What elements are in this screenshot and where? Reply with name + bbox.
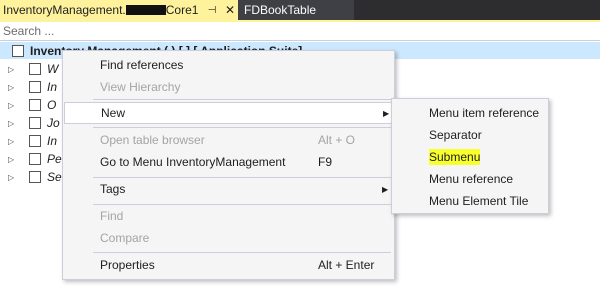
- menu-item-view-hierarchy[interactable]: View Hierarchy: [64, 76, 393, 98]
- tree-child-node[interactable]: ▷ In: [0, 78, 70, 96]
- menu-separator: [93, 99, 391, 100]
- menu-node-icon: [12, 44, 24, 57]
- tree-child-node[interactable]: ▷ Se: [0, 168, 70, 186]
- pin-icon[interactable]: ⊣: [205, 2, 219, 18]
- submenu-item-separator[interactable]: Separator: [393, 124, 547, 146]
- context-menu: Find references View Hierarchy New ▶ Ope…: [62, 50, 395, 280]
- tab-fdbooktable[interactable]: FDBookTable: [238, 0, 354, 20]
- menu-item-compare[interactable]: Compare: [64, 227, 393, 249]
- tree-child-label: Jo: [47, 116, 60, 130]
- submenu-arrow-icon: ▶: [382, 184, 389, 194]
- node-icon: [29, 117, 41, 129]
- menu-item-go-to-menu[interactable]: Go to Menu InventoryManagement F9: [64, 151, 393, 173]
- menu-item-label: Find: [100, 209, 124, 223]
- node-icon: [29, 153, 41, 165]
- menu-item-label: Find references: [100, 58, 184, 72]
- menu-item-find-references[interactable]: Find references: [64, 54, 393, 76]
- expand-arrow-icon[interactable]: ▷: [8, 83, 16, 92]
- expand-arrow-icon[interactable]: ▷: [8, 173, 16, 182]
- node-icon: [29, 63, 41, 75]
- tree-child-label: O: [47, 98, 57, 112]
- tab-title-suffix: Core1: [165, 3, 199, 17]
- submenu-item-label: Submenu: [429, 149, 481, 165]
- node-icon: [29, 99, 41, 111]
- expand-arrow-icon[interactable]: ▷: [8, 65, 16, 74]
- menu-separator: [93, 252, 391, 253]
- document-tab-strip: InventoryManagement. Core1 ⊣ ✕ FDBookTabl…: [0, 0, 600, 20]
- tree-child-node[interactable]: ▷ W: [0, 60, 70, 78]
- submenu-item-label: Menu item reference: [429, 106, 540, 120]
- menu-item-new[interactable]: New ▶: [64, 102, 393, 124]
- menu-item-label: View Hierarchy: [100, 80, 181, 94]
- menu-item-find[interactable]: Find: [64, 205, 393, 227]
- tree-child-node[interactable]: ▷ Pe: [0, 150, 70, 168]
- menu-item-shortcut: F9: [318, 155, 333, 169]
- menu-item-label: Properties: [100, 258, 155, 272]
- node-icon: [29, 171, 41, 183]
- tree-child-label: In: [47, 80, 58, 94]
- menu-item-label: Go to Menu InventoryManagement: [100, 155, 286, 169]
- submenu-item-menu-reference[interactable]: Menu reference: [393, 168, 547, 190]
- new-submenu: Menu item reference Separator Submenu Me…: [391, 98, 549, 214]
- expand-arrow-icon[interactable]: ▷: [8, 155, 16, 164]
- tree-child-node[interactable]: ▷ In: [0, 132, 70, 150]
- menu-item-open-table-browser[interactable]: Open table browser Alt + O: [64, 129, 393, 151]
- tree-child-label: Se: [47, 170, 62, 184]
- submenu-item-submenu[interactable]: Submenu: [393, 146, 547, 168]
- search-placeholder: Search ...: [3, 24, 55, 38]
- close-icon[interactable]: ✕: [223, 2, 237, 18]
- menu-item-label: Open table browser: [100, 133, 205, 147]
- tab-title-prefix: InventoryManagement.: [3, 3, 126, 17]
- menu-item-tags[interactable]: Tags ▶: [64, 178, 393, 200]
- menu-item-shortcut: Alt + Enter: [318, 258, 375, 272]
- submenu-arrow-icon: ▶: [383, 108, 390, 118]
- tree-child-node[interactable]: ▷ Jo: [0, 114, 70, 132]
- submenu-item-menu-element-tile[interactable]: Menu Element Tile: [393, 190, 547, 212]
- search-input[interactable]: Search ...: [0, 22, 600, 41]
- tab-inventory-management[interactable]: InventoryManagement. Core1 ⊣ ✕: [0, 0, 238, 20]
- redaction-bar: [125, 4, 166, 15]
- submenu-item-label: Separator: [429, 128, 482, 142]
- tree-child-node[interactable]: ▷ O: [0, 96, 70, 114]
- submenu-item-label: Menu Element Tile: [429, 194, 529, 208]
- node-icon: [29, 135, 41, 147]
- menu-item-properties[interactable]: Properties Alt + Enter: [64, 254, 393, 276]
- expand-arrow-icon[interactable]: ▷: [8, 119, 16, 128]
- submenu-item-label: Menu reference: [429, 172, 514, 186]
- expand-arrow-icon[interactable]: ▷: [8, 137, 16, 146]
- menu-item-shortcut: Alt + O: [318, 133, 356, 147]
- tree-child-label: Pe: [47, 152, 62, 166]
- submenu-item-menu-item-reference[interactable]: Menu item reference: [393, 102, 547, 124]
- tree-child-label: In: [47, 134, 58, 148]
- menu-item-label: Compare: [100, 231, 150, 245]
- tree-child-label: W: [47, 62, 59, 76]
- menu-item-label: Tags: [100, 182, 126, 196]
- expand-arrow-icon[interactable]: ▷: [8, 101, 16, 110]
- tab-title: FDBookTable: [244, 3, 317, 17]
- menu-item-label: New: [101, 106, 126, 120]
- node-icon: [29, 81, 41, 93]
- menu-separator: [93, 127, 391, 128]
